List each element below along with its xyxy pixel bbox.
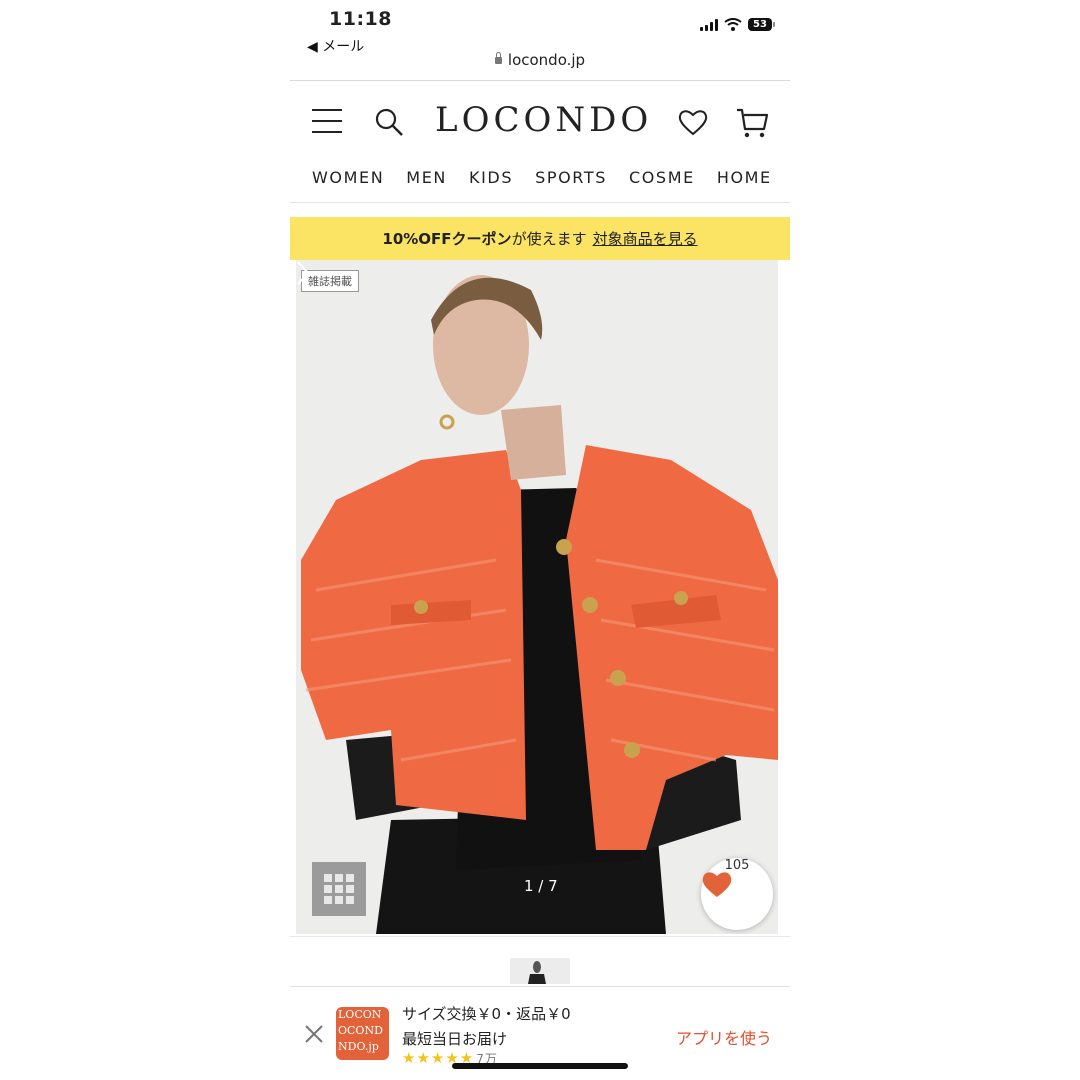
home-indicator (452, 1063, 628, 1069)
url-text: locondo.jp (507, 51, 586, 69)
favorite-button[interactable]: 105 (701, 858, 773, 930)
category-nav: WOMEN MEN KIDS SPORTS COSME HOME C (312, 168, 790, 187)
site-logo[interactable]: LOCONDO (435, 100, 652, 140)
url-bar[interactable]: locondo.jp (290, 51, 790, 69)
coupon-link[interactable]: 対象商品を見る (593, 228, 698, 249)
nav-men[interactable]: MEN (406, 168, 447, 187)
product-image[interactable]: 雑誌掲載 1 / 7 105 (296, 260, 778, 934)
cart-icon[interactable] (735, 105, 769, 139)
coupon-text: が使えます (511, 230, 587, 248)
signal-icon (700, 18, 718, 31)
app-icon: LOCON OCOND NDO.jp (336, 1007, 389, 1060)
status-icons: 53 (700, 18, 775, 31)
favorites-heart-icon[interactable] (678, 108, 708, 136)
battery-icon: 53 (748, 18, 775, 31)
app-icon-text: LOCON (338, 1008, 382, 1021)
nav-home[interactable]: HOME (717, 168, 772, 187)
banner-text-delivery: 最短当日お届け (402, 1030, 508, 1048)
wifi-icon (724, 18, 742, 31)
close-icon[interactable] (304, 1024, 324, 1044)
divider (290, 936, 790, 937)
nav-kids[interactable]: KIDS (469, 168, 513, 187)
divider (290, 80, 790, 81)
model-photo (296, 260, 778, 934)
nav-cosme[interactable]: COSME (629, 168, 695, 187)
phone-screen: 11:18 ◀ メール 53 locondo.jp LOCONDO WOMEN … (290, 0, 790, 1080)
open-app-button[interactable]: アプリを使う (676, 1025, 772, 1049)
status-time: 11:18 (329, 8, 392, 30)
thumbnail-image[interactable] (510, 958, 570, 984)
nav-sports[interactable]: SPORTS (535, 168, 607, 187)
menu-icon[interactable] (312, 109, 342, 135)
coupon-banner[interactable]: 10%OFFクーポン が使えます 対象商品を見る (290, 217, 790, 260)
lock-icon (494, 52, 502, 64)
app-icon-text: NDO.jp (338, 1040, 379, 1053)
banner-text-exchange: サイズ交換￥0・返品￥0 (402, 1005, 571, 1023)
grid-view-icon[interactable] (312, 862, 366, 916)
site-header: LOCONDO (290, 95, 790, 150)
coupon-bold-text: 10%OFFクーポン (382, 230, 512, 248)
search-icon[interactable] (374, 107, 404, 137)
thumbnail-photo (528, 961, 546, 984)
app-icon-text: OCOND (338, 1024, 383, 1037)
chevron-right-icon[interactable] (296, 260, 310, 286)
nav-women[interactable]: WOMEN (312, 168, 384, 187)
divider (290, 202, 790, 203)
image-pager: 1 / 7 (524, 877, 558, 895)
heart-filled-icon (702, 872, 732, 897)
